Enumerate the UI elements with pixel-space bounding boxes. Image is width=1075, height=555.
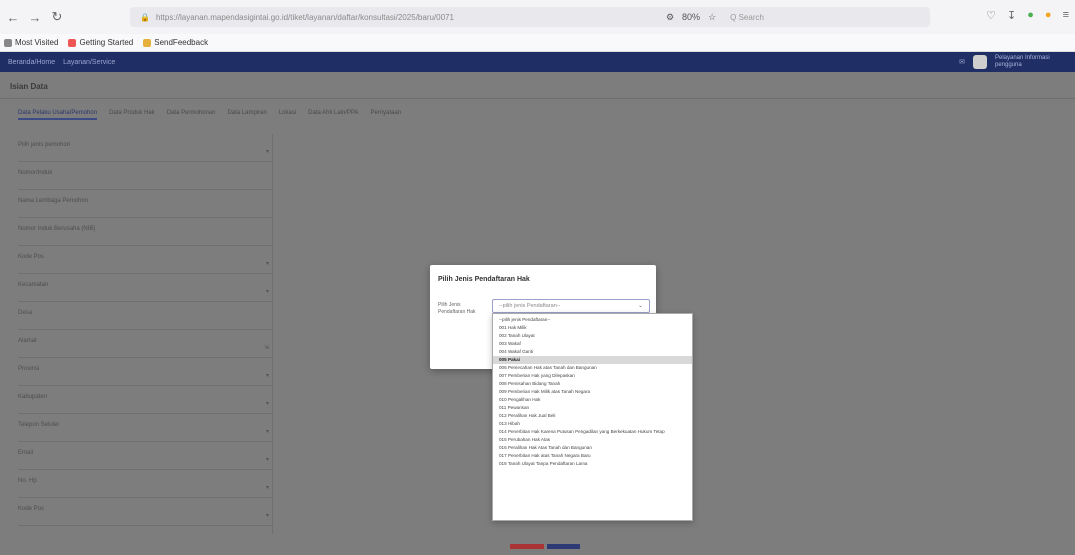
form-field[interactable]: Nomor Induk Berusaha (NIB) (18, 218, 273, 246)
header-link-service[interactable]: Layanan/Service (63, 59, 115, 66)
extension-icon[interactable]: ● (1027, 9, 1034, 22)
search-input[interactable]: Q Search (730, 13, 764, 22)
dropdown-option[interactable]: 005 Pakai (493, 356, 692, 364)
notification-icon[interactable]: ✉ (959, 58, 965, 66)
form-field[interactable]: Pilih jenis pemohon ▾ (18, 134, 273, 162)
tab-pelaku-usaha[interactable]: Data Pelaku Usaha/Pemohon (18, 110, 98, 120)
chevron-down-icon: ▾ (265, 289, 269, 295)
footer-logo (510, 544, 580, 549)
download-icon[interactable]: ↧ (1007, 9, 1016, 22)
chevron-down-icon: ▾ (265, 373, 269, 379)
dropdown-option[interactable]: 011 Pewarisan (493, 404, 692, 412)
bookmark-star-icon[interactable]: ☆ (708, 12, 716, 23)
tab-lampiran[interactable]: Data Lampiran (227, 110, 266, 120)
form-field[interactable]: Telepon Seluler ▾ (18, 414, 273, 442)
applicant-form: Pilih jenis pemohon ▾ Nomor/Induk Nama Le… (18, 134, 273, 526)
tab-pernyataan[interactable]: Pernyataan (370, 110, 401, 120)
chevron-down-icon: ▾ (265, 261, 269, 267)
menu-icon[interactable]: ≡ (1063, 9, 1069, 22)
form-field[interactable]: Nama Lembaga Pemohon (18, 190, 273, 218)
form-field[interactable]: Kode Pos ▾ (18, 498, 273, 526)
tab-produk-hak[interactable]: Data Produk Hak (109, 110, 155, 120)
dropdown-option[interactable]: 003 Wakaf (493, 340, 692, 348)
dropdown-option[interactable]: 017 Penerbitan Hak atas Tanah Negara Bar… (493, 452, 692, 460)
chevron-down-icon: ▾ (265, 149, 269, 155)
dropdown-option[interactable]: 002 Tanah Ulayat (493, 332, 692, 340)
dropdown-option[interactable]: 014 Penerbitan Hak Karena Putusan Pengad… (493, 428, 692, 436)
page-title: Isian Data (10, 82, 48, 91)
form-field[interactable]: Provinsi ▾ (18, 358, 273, 386)
dropdown-option[interactable]: 013 Hibah (493, 420, 692, 428)
registration-type-options: --pilih jenis Pendaftaran-- 001 Hak Milik… (492, 313, 693, 521)
tab-lokasi[interactable]: Lokasi (279, 110, 296, 120)
dialog-field-label: Pilih Jenis Pendaftaran Hak (438, 302, 476, 315)
bookmark-most-visited[interactable]: Most Visited (4, 38, 58, 47)
bookmark-sendfeedback[interactable]: SendFeedback (143, 38, 208, 47)
dropdown-option[interactable]: 006 Pemecahan Hak atas Tanah dan Banguna… (493, 364, 692, 372)
reload-icon[interactable]: ↻ (48, 8, 66, 26)
chevron-down-icon: ▾ (265, 429, 269, 435)
app-header: Beranda/Home Layanan/Service ✉ Pelayanan… (0, 52, 1075, 72)
translate-icon[interactable]: ⚙ (666, 12, 674, 23)
form-field[interactable]: Nomor/Induk (18, 162, 273, 190)
header-link-home[interactable]: Beranda/Home (8, 59, 55, 66)
form-field[interactable]: Email ▾ (18, 442, 273, 470)
form-field[interactable]: No. Hp ▾ (18, 470, 273, 498)
form-border (272, 134, 273, 534)
dropdown-option[interactable]: 008 Pemisahan Bidang Tanah (493, 380, 692, 388)
folder-icon (143, 38, 152, 47)
chevron-down-icon: ⌄ (637, 303, 643, 309)
resize-icon: ⇲ (263, 345, 269, 351)
dropdown-option[interactable]: 004 Wakaf Ganti (493, 348, 692, 356)
settings-icon (4, 38, 12, 47)
form-field[interactable]: Kecamatan ▾ (18, 274, 273, 302)
dropdown-option[interactable]: 001 Hak Milik (493, 324, 692, 332)
browser-extensions: ♡ ↧ ● ● ≡ (986, 9, 1069, 22)
form-field[interactable]: Kabupaten ▾ (18, 386, 273, 414)
chevron-down-icon: ▾ (265, 513, 269, 519)
bookmark-getting-started[interactable]: Getting Started (68, 38, 133, 47)
dialog-title: Pilih Jenis Pendaftaran Hak (438, 276, 530, 283)
firefox-icon (68, 38, 77, 47)
chevron-down-icon: ▾ (265, 457, 269, 463)
registration-type-select[interactable]: --pilih jenis Pendaftaran-- ⌄ (492, 299, 650, 313)
lock-icon: 🔒 (140, 12, 150, 22)
dropdown-option[interactable]: 007 Pemberian Hak yang Dilepaskan (493, 372, 692, 380)
bookmarks-bar: Most Visited Getting Started SendFeedbac… (0, 34, 1075, 52)
dropdown-option[interactable]: 009 Pemberian Hak Milik atas Tanah Negar… (493, 388, 692, 396)
dropdown-option[interactable]: 016 Peralihan Hak Atas Tanah dan Banguna… (493, 444, 692, 452)
chevron-down-icon: ▾ (265, 401, 269, 407)
browser-toolbar: ← → ↻ 🔒 https://layanan.mapendasigintai.… (0, 0, 1075, 34)
tab-bar: Data Pelaku Usaha/Pemohon Data Produk Ha… (18, 110, 401, 120)
url-text[interactable]: https://layanan.mapendasigintai.go.id/ti… (156, 13, 636, 22)
zoom-level[interactable]: 80% (682, 12, 700, 23)
dropdown-option[interactable]: 015 Perubahan Hak Atas (493, 436, 692, 444)
form-field[interactable]: Alamat ⇲ (18, 330, 273, 358)
address-bar[interactable]: 🔒 https://layanan.mapendasigintai.go.id/… (130, 7, 930, 27)
tab-permohonan[interactable]: Data Permohonan (167, 110, 216, 120)
form-field[interactable]: Desa (18, 302, 273, 330)
tab-ahli-lain[interactable]: Data Ahli Lain/PPA (308, 110, 358, 120)
user-avatar[interactable] (973, 55, 987, 69)
dropdown-option[interactable]: 012 Peralihan Hak Jual Beli (493, 412, 692, 420)
user-info[interactable]: Pelayanan Informasi pengguna (995, 55, 1065, 69)
dropdown-option[interactable]: 018 Tanah Ulayat Tanpa Pendaftaran Lama (493, 460, 692, 468)
forward-icon[interactable]: → (26, 8, 44, 26)
pocket-icon[interactable]: ♡ (986, 9, 996, 22)
back-icon[interactable]: ← (4, 8, 22, 26)
dropdown-option[interactable]: 010 Pengalihan Hak (493, 396, 692, 404)
divider (0, 98, 1075, 99)
addon-icon[interactable]: ● (1045, 9, 1052, 22)
chevron-down-icon: ▾ (265, 485, 269, 491)
form-field[interactable]: Kode Pos ▾ (18, 246, 273, 274)
dropdown-option[interactable]: --pilih jenis Pendaftaran-- (493, 316, 692, 324)
